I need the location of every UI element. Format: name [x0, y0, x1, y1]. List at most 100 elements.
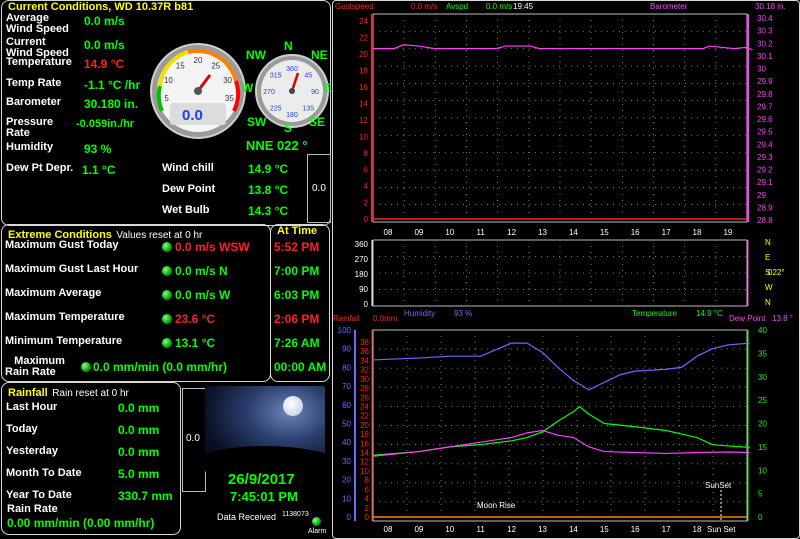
sunset-axis-label: Sun Set — [707, 525, 736, 534]
x-tick-label: 17 — [662, 228, 671, 237]
current-row-label: Barometer — [6, 96, 62, 108]
x-tick-label: 17 — [662, 525, 671, 534]
extreme-indicator — [162, 242, 172, 252]
rain-row-value: 0.0 mm — [118, 445, 160, 459]
g2-humidity-value: 93 % — [454, 309, 472, 318]
y-tick-label: 6 — [365, 485, 370, 494]
side-value: 0.0 — [312, 183, 326, 194]
gauge-tick-label: 35 — [225, 94, 234, 103]
wind-speed-gauge: 0510152025303540 — [150, 43, 246, 139]
rain-row-label: Today — [6, 423, 38, 435]
x-tick-label: 10 — [445, 228, 454, 237]
y-tick-label: 29.1 — [757, 178, 773, 187]
g1-time: 19:45 — [513, 2, 534, 11]
compass-tick-label: 315 — [270, 73, 282, 80]
alarm-indicator[interactable] — [312, 517, 321, 526]
webcam-image — [205, 386, 325, 472]
rain-row-label: Yesterday — [6, 445, 58, 457]
current-time: 7:45:01 PM — [230, 489, 298, 504]
at-time-panel: At Time 5:52 PM 7:00 PM 6:03 PM 2:06 PM 7:26… — [270, 224, 330, 382]
x-tick-label: 15 — [600, 525, 609, 534]
g2-temperature-label: Temperature — [632, 309, 677, 318]
y-tick-label: 29.5 — [757, 128, 773, 137]
y-tick-label: 30.3 — [757, 27, 773, 36]
y-tick-label: 36 — [360, 347, 369, 356]
g1-avg-label: Avspd — [446, 2, 468, 11]
y-tick-label: 25 — [758, 396, 767, 405]
y-tick-label: 6 — [364, 166, 369, 175]
compass-label-se: SE — [309, 115, 326, 129]
extreme-row-label: Minimum Temperature — [5, 335, 123, 347]
y-tick-label: 30 — [342, 457, 351, 466]
x-tick-label: 15 — [600, 228, 609, 237]
y-tick-label: 0 — [365, 513, 370, 522]
y-tick-label: 30.4 — [757, 14, 773, 23]
current-row-value: -1.1 °C /hr — [84, 78, 141, 92]
y-tick-label: 30 — [758, 373, 767, 382]
x-tick-label: 08 — [384, 228, 393, 237]
extreme-row-time: 5:52 PM — [274, 240, 320, 254]
y-tick-label: 28 — [360, 384, 369, 393]
current-row-label: Dew Pt Depr. — [6, 162, 74, 174]
x-tick-label: 18 — [693, 228, 702, 237]
y-tick-label: 24 — [359, 17, 368, 26]
rainfall-header: Rainfall Rain reset at 0 hr — [8, 383, 129, 401]
y-tick-label: 270 — [355, 255, 369, 264]
y-tick-label: 12 — [359, 116, 368, 125]
y-tick-label: 29.6 — [757, 115, 773, 124]
y-tick-label: 5 — [758, 490, 763, 499]
y-tick-label: 29.9 — [757, 77, 773, 86]
derived-row-label: Dew Point — [162, 183, 216, 195]
gauge-tick-label: 25 — [211, 61, 220, 70]
y-tick-label: 32 — [360, 366, 369, 375]
extreme-row-value: 13.1 °C — [175, 336, 216, 350]
y-tick-label: 29.3 — [757, 153, 773, 162]
y-tick-label: 18 — [359, 67, 368, 76]
current-row-value: -0.059in./hr — [76, 118, 135, 130]
tree-silhouette — [205, 446, 325, 472]
rain-rate-value: 0.00 mm/min (0.00 mm/hr) — [7, 516, 155, 530]
data-received-count: 1138073 — [282, 511, 309, 518]
extreme-indicator — [162, 338, 172, 348]
wind-gauge-value: 0.0 — [182, 107, 203, 124]
y-tick-label: 16 — [360, 439, 369, 448]
compass-tick-label: 360 — [286, 66, 298, 73]
g3-dew-label: Dew Point — [729, 314, 766, 323]
extreme-conditions-panel: Extreme Conditions Values reset at 0 hr … — [1, 224, 271, 382]
g2-humidity-label: Humidity — [404, 309, 435, 318]
extreme-row-label: Maximum Average — [5, 287, 102, 299]
g1-gust-value: 0.0 m/s — [411, 2, 437, 11]
y-tick-label: 0 — [364, 300, 369, 309]
extreme-row-label: Maximum Rain Rate — [5, 355, 65, 378]
y-tick-label: 10 — [342, 494, 351, 503]
y-tick-label: 35 — [758, 349, 767, 358]
current-row-value: 0.0 m/s — [84, 38, 125, 52]
x-tick-label: 19 — [723, 228, 732, 237]
y-tick-label: 40 — [758, 326, 767, 335]
rain-side-value: 0.0 — [186, 433, 200, 444]
current-date: 26/9/2017 — [228, 471, 295, 488]
derived-row-value: 14.3 °C — [248, 204, 289, 218]
extreme-indicator — [81, 362, 91, 372]
x-tick-label: 14 — [569, 525, 578, 534]
x-tick-label: 11 — [477, 525, 486, 534]
at-time-title: At Time — [277, 225, 318, 237]
y-tick-label: 29.2 — [757, 166, 773, 175]
extreme-row-time: 00:00 AM — [274, 360, 327, 374]
extreme-row-time: 7:00 PM — [274, 264, 320, 278]
g2-dir-value: 022° — [768, 268, 785, 277]
y-tick-label: 22 — [359, 34, 368, 43]
g3-dew-value: 13.8 ° — [772, 314, 793, 323]
y-tick-label: 100 — [338, 326, 352, 335]
y-tick-label: 90 — [342, 345, 351, 354]
y-tick-label: 10 — [360, 467, 369, 476]
y-tick-label: 0 — [364, 215, 369, 224]
current-row-value: 14.9 °C — [84, 57, 125, 71]
y-tick-label: 2 — [364, 199, 369, 208]
extreme-indicator — [162, 266, 172, 276]
g3-rain-label: Rainfall — [333, 314, 360, 323]
current-row-label: Temperature — [6, 56, 72, 68]
y-tick-label: 30 — [757, 65, 766, 74]
y-tick-label: 24 — [360, 402, 369, 411]
rainfall-note: Rain reset at 0 hr — [52, 388, 129, 399]
